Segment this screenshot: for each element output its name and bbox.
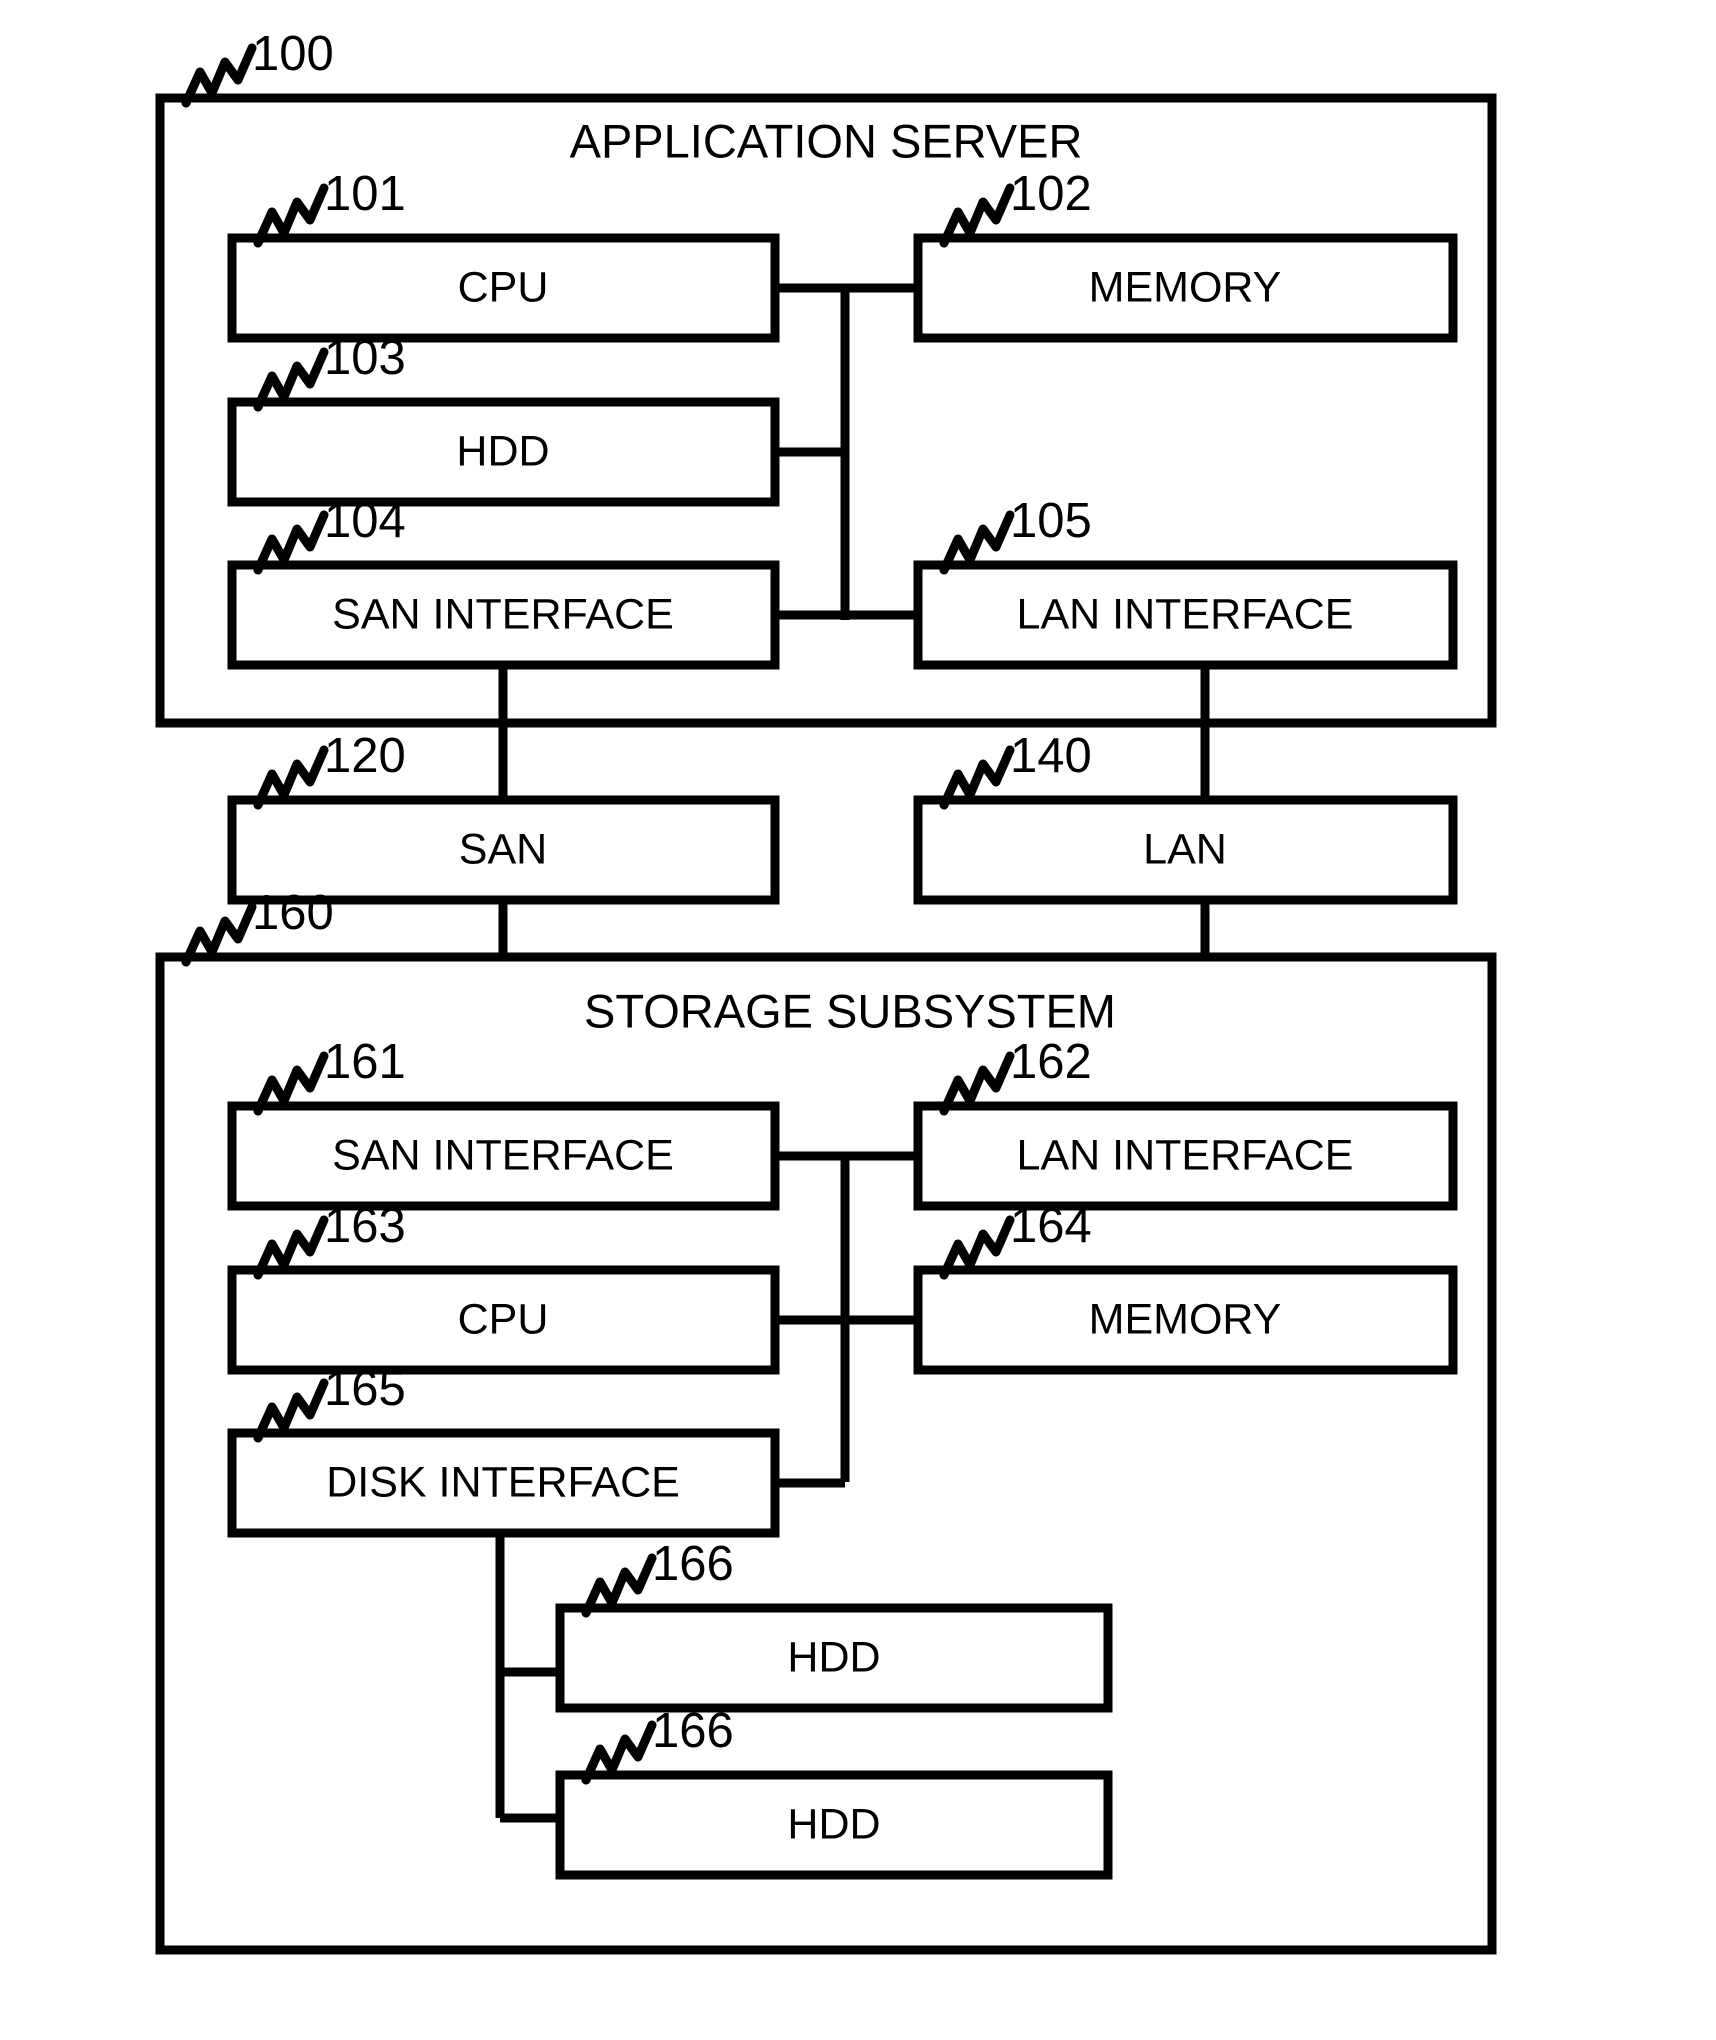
block-label-lan-interface-105: LAN INTERFACE bbox=[1017, 590, 1354, 638]
ref-number-103: 103 bbox=[324, 331, 406, 385]
ref-number-140: 140 bbox=[1010, 729, 1092, 783]
block-label-san-120: SAN bbox=[459, 825, 547, 873]
ref-number-100: 100 bbox=[252, 27, 334, 81]
block-label-san-interface-104: SAN INTERFACE bbox=[332, 590, 674, 638]
ref-number-120: 120 bbox=[324, 729, 406, 783]
block-label-memory-102: MEMORY bbox=[1089, 263, 1282, 311]
block-label-hdd-166-2: HDD bbox=[787, 1800, 880, 1848]
ref-number-104: 104 bbox=[324, 494, 406, 548]
ref-number-105: 105 bbox=[1010, 494, 1092, 548]
block-label-disk-interface-165: DISK INTERFACE bbox=[326, 1458, 680, 1506]
ref-number-163: 163 bbox=[324, 1199, 406, 1253]
block-label-storage-memory-164: MEMORY bbox=[1089, 1295, 1282, 1343]
block-label-storage-lan-interface-162: LAN INTERFACE bbox=[1017, 1131, 1354, 1179]
ref-number-102: 102 bbox=[1010, 167, 1092, 221]
ref-number-160: 160 bbox=[252, 886, 334, 940]
block-label-hdd-166-1: HDD bbox=[787, 1633, 880, 1681]
block-label-cpu-101: CPU bbox=[458, 263, 549, 311]
ref-number-166-2: 166 bbox=[652, 1704, 734, 1758]
block-label-storage-san-interface-161: SAN INTERFACE bbox=[332, 1131, 674, 1179]
storage-subsystem-title: STORAGE SUBSYSTEM bbox=[584, 984, 1116, 1037]
figure-canvas: APPLICATION SERVER 100 CPU 101 MEMORY 10… bbox=[0, 0, 1716, 2040]
block-label-lan-140: LAN bbox=[1143, 825, 1227, 873]
ref-number-164: 164 bbox=[1010, 1199, 1092, 1253]
ref-number-165: 165 bbox=[324, 1362, 406, 1416]
block-label-hdd-103: HDD bbox=[456, 427, 549, 475]
ref-number-162: 162 bbox=[1010, 1035, 1092, 1089]
ref-number-161: 161 bbox=[324, 1035, 406, 1089]
figure-diagram: APPLICATION SERVER 100 CPU 101 MEMORY 10… bbox=[155, 27, 1497, 1955]
block-label-storage-cpu-163: CPU bbox=[458, 1295, 549, 1343]
application-server-title: APPLICATION SERVER bbox=[570, 114, 1083, 167]
ref-number-166-1: 166 bbox=[652, 1537, 734, 1591]
ref-number-101: 101 bbox=[324, 167, 406, 221]
